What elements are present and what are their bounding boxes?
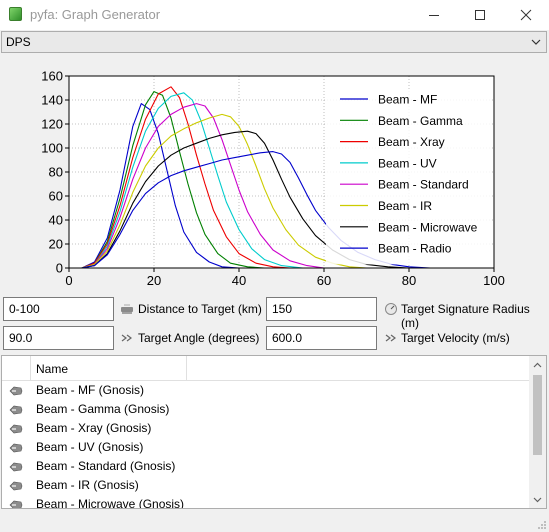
legend-label: Beam - UV [378, 156, 437, 170]
y-tick-label: 120 [41, 117, 63, 132]
list-rows: Beam - MF (Gnosis) Beam - Gamma (Gnosis) B… [2, 381, 530, 509]
angle-label: Target Angle (degrees) [138, 331, 260, 345]
minimize-button[interactable] [411, 0, 457, 30]
ship-icon [9, 443, 23, 453]
scroll-up-button[interactable] [529, 356, 546, 373]
minimize-icon [429, 15, 439, 16]
signature-radius-field[interactable] [266, 297, 377, 321]
ship-icon [9, 481, 23, 491]
scroll-thumb[interactable] [533, 375, 542, 455]
y-tick-label: 160 [41, 69, 63, 84]
legend-label: Beam - Standard [378, 178, 469, 192]
header-divider [30, 356, 31, 380]
x-tick-label: 0 [65, 273, 72, 288]
distance-field[interactable] [3, 297, 114, 321]
graph-type-dropdown[interactable]: DPS [1, 31, 547, 53]
fit-name: Beam - UV (Gnosis) [36, 440, 144, 454]
fit-name: Beam - IR (Gnosis) [36, 478, 139, 492]
velocity-label: Target Velocity (m/s) [401, 331, 510, 345]
y-tick-label: 0 [56, 261, 63, 276]
angle-input[interactable] [4, 327, 113, 349]
x-tick-label: 100 [483, 273, 505, 288]
header-divider [186, 356, 187, 380]
y-tick-label: 140 [41, 93, 63, 108]
x-tick-label: 40 [232, 273, 246, 288]
legend-label: Beam - MF [378, 93, 437, 107]
x-tick-label: 60 [317, 273, 331, 288]
list-item[interactable]: Beam - IR (Gnosis) [2, 476, 530, 495]
x-tick-label: 80 [402, 273, 416, 288]
title-bar: pyfa: Graph Generator [0, 0, 549, 30]
status-bar [0, 512, 549, 532]
close-icon [520, 9, 532, 21]
signature-radius-input[interactable] [267, 298, 376, 320]
list-header: Name [2, 356, 530, 381]
column-header-name[interactable]: Name [36, 362, 68, 376]
distance-icon [121, 304, 133, 314]
y-tick-label: 40 [49, 213, 63, 228]
distance-input[interactable] [4, 298, 113, 320]
legend-label: Beam - Radio [378, 242, 452, 256]
x-tick-label: 20 [147, 273, 161, 288]
velocity-field[interactable] [266, 326, 377, 350]
ship-icon [9, 405, 23, 415]
chevron-down-icon [531, 39, 541, 45]
angle-icon [121, 334, 132, 342]
y-tick-label: 80 [49, 165, 63, 180]
legend-label: Beam - Xray [378, 135, 445, 149]
chevron-down-icon [533, 497, 542, 502]
list-item[interactable]: Beam - MF (Gnosis) [2, 381, 530, 400]
chevron-up-icon [533, 362, 542, 367]
legend-label: Beam - Gamma [378, 114, 463, 128]
maximize-icon [475, 10, 485, 20]
list-item[interactable]: Beam - Standard (Gnosis) [2, 457, 530, 476]
list-item[interactable]: Beam - Microwave (Gnosis) [2, 495, 530, 509]
ship-icon [9, 386, 23, 396]
angle-field[interactable] [3, 326, 114, 350]
velocity-icon [385, 334, 396, 342]
fit-name: Beam - Microwave (Gnosis) [36, 497, 185, 509]
fit-name: Beam - Standard (Gnosis) [36, 459, 176, 473]
scroll-down-button[interactable] [529, 491, 546, 508]
y-tick-label: 20 [49, 237, 63, 252]
y-tick-label: 100 [41, 141, 63, 156]
list-scrollbar[interactable] [529, 356, 546, 508]
pyfa-app-icon [9, 7, 22, 21]
chart-svg: 0 20 40 60 80 100 0 20 40 60 80 100 120 140 160 Beam - … [41, 69, 505, 289]
list-item[interactable]: Beam - Gamma (Gnosis) [2, 400, 530, 419]
resize-grip-icon[interactable] [537, 520, 547, 530]
list-item[interactable]: Beam - UV (Gnosis) [2, 438, 530, 457]
fit-name: Beam - Xray (Gnosis) [36, 421, 152, 435]
signature-radius-label: Target Signature Radius (m) [401, 302, 530, 330]
close-button[interactable] [503, 0, 549, 30]
graph-type-value: DPS [6, 35, 31, 49]
fit-name: Beam - Gamma (Gnosis) [36, 402, 170, 416]
ship-icon [9, 500, 23, 508]
velocity-input[interactable] [267, 327, 376, 349]
ship-icon [9, 462, 23, 472]
signature-radius-icon [385, 303, 397, 315]
dps-chart: 0 20 40 60 80 100 0 20 40 60 80 100 120 140 160 Beam - … [0, 56, 549, 292]
fit-list[interactable]: Name Beam - MF (Gnosis) Beam - Gamma (Gno… [1, 355, 547, 509]
window-title: pyfa: Graph Generator [30, 7, 161, 22]
legend-label: Beam - IR [378, 199, 432, 213]
maximize-button[interactable] [457, 0, 503, 30]
distance-label: Distance to Target (km) [138, 302, 262, 316]
fit-name: Beam - MF (Gnosis) [36, 383, 145, 397]
legend-label: Beam - Microwave [378, 220, 478, 234]
ship-icon [9, 424, 23, 434]
list-item[interactable]: Beam - Xray (Gnosis) [2, 419, 530, 438]
y-tick-label: 60 [49, 189, 63, 204]
